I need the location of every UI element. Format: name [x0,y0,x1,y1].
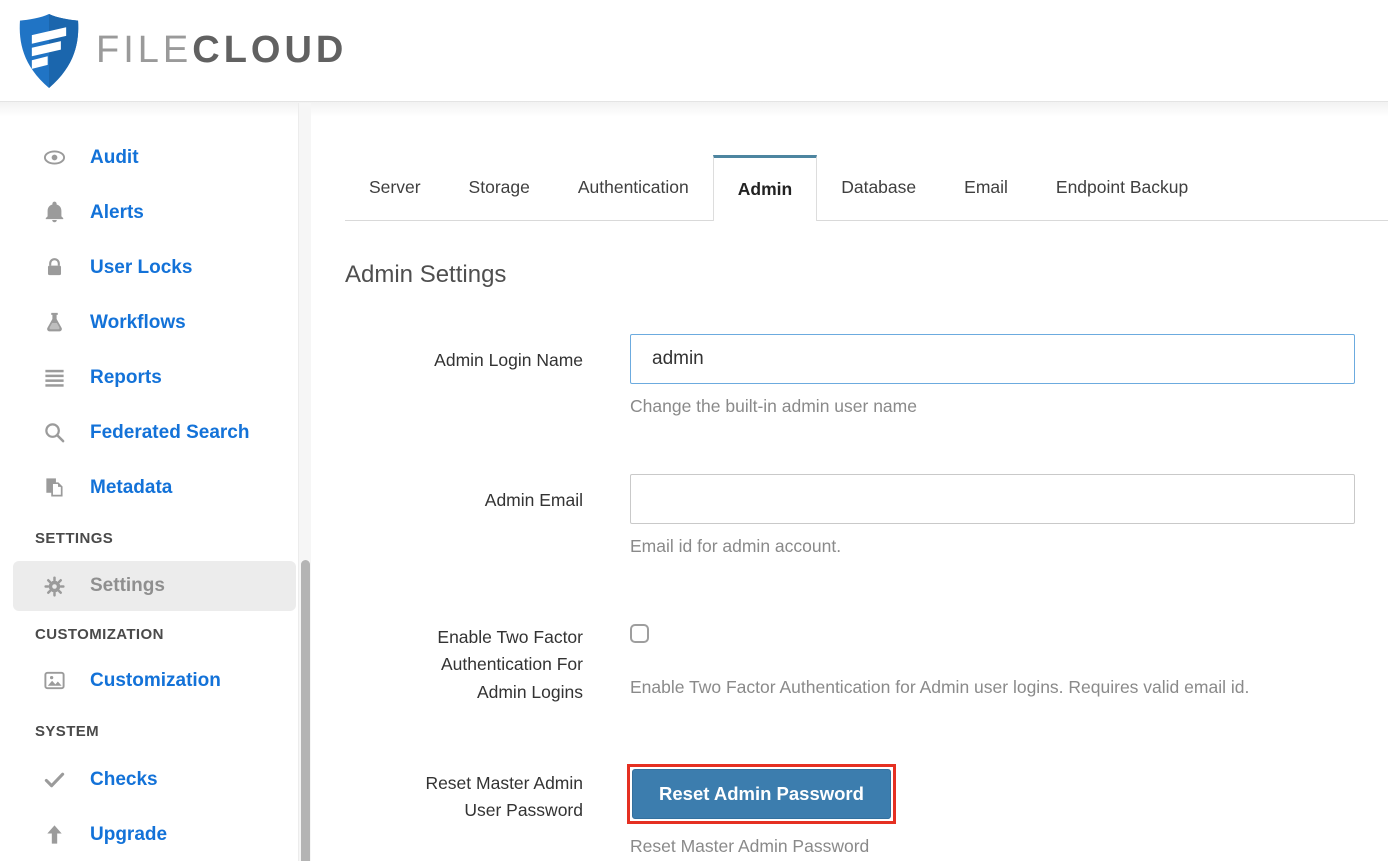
sidebar-item-workflows[interactable]: Workflows [0,295,320,350]
two-factor-label: Enable Two Factor Authentication For Adm… [437,627,583,702]
brand-cloud: CLOUD [192,29,348,71]
admin-login-help: Change the built-in admin user name [630,396,917,416]
filecloud-logo-icon [19,13,79,88]
sidebar-scrollbar-track[interactable] [298,103,311,861]
admin-login-label: Admin Login Name [434,350,583,370]
reset-password-row: Reset Master Admin User Password Reset A… [345,760,1355,860]
sidebar-item-label: User Locks [90,256,193,278]
sidebar-item-federated-search[interactable]: Federated Search [0,405,320,460]
tab-server[interactable]: Server [345,155,445,220]
sidebar-item-label: Checks [90,768,158,790]
reset-admin-password-button[interactable]: Reset Admin Password [632,768,891,819]
copy-icon [42,476,66,500]
admin-email-help: Email id for admin account. [630,536,842,557]
sidebar-item-reports[interactable]: Reports [0,350,320,405]
search-icon [42,421,66,445]
arrow-up-icon [42,823,66,847]
admin-email-label: Admin Email [484,490,583,511]
eye-icon [42,146,66,170]
admin-settings-form: Admin Login Name Change the built-in adm… [345,334,1355,860]
sidebar-item-label: Upgrade [90,823,168,845]
reset-password-help: Reset Master Admin Password [630,835,870,856]
app-header: FILECLOUD [0,0,1388,102]
admin-email-row: Admin Email Email id for admin account. [345,474,1355,560]
tab-admin[interactable]: Admin [712,155,818,221]
sidebar-item-settings[interactable]: Settings [13,561,296,611]
tab-email[interactable]: Email [940,155,1032,220]
sidebar-item-alerts[interactable]: Alerts [0,185,320,240]
tab-authentication[interactable]: Authentication [554,155,713,220]
sidebar-item-customization[interactable]: Customization [0,653,320,708]
sidebar-section-customization: CUSTOMIZATION [35,626,164,643]
flask-icon [42,311,66,335]
sidebar-item-upgrade[interactable]: Upgrade [0,807,320,861]
reset-password-highlight: Reset Admin Password [627,763,896,824]
sidebar-item-label: Reports [90,366,162,388]
brand-wordmark: FILECLOUD [96,29,347,72]
sidebar-item-label: Customization [90,669,221,691]
admin-login-input[interactable] [630,334,1355,384]
main-content: Server Storage Authentication Admin Data… [320,117,1388,861]
bell-icon [42,201,66,225]
tab-storage[interactable]: Storage [445,155,554,220]
sidebar: Audit Alerts User Locks Workflows Report [0,103,320,861]
settings-tabstrip: Server Storage Authentication Admin Data… [345,155,1388,221]
two-factor-row: Enable Two Factor Authentication For Adm… [345,614,1355,705]
sidebar-section-settings: SETTINGS [35,530,114,547]
admin-login-row: Admin Login Name Change the built-in adm… [345,334,1355,420]
sidebar-scrollbar-thumb[interactable] [301,560,310,861]
list-icon [42,366,66,390]
sidebar-section-system: SYSTEM [35,723,100,740]
two-factor-checkbox[interactable] [630,624,649,644]
sidebar-item-label: Alerts [90,201,144,223]
brand-file: FILE [96,29,193,71]
sidebar-item-label: Workflows [90,311,186,333]
page-title: Admin Settings [345,261,507,288]
sidebar-item-label: Metadata [90,476,173,498]
sidebar-item-label: Audit [90,146,139,168]
sidebar-item-audit[interactable]: Audit [0,130,320,185]
admin-email-input[interactable] [630,474,1355,525]
image-icon [42,669,66,693]
tab-endpoint-backup[interactable]: Endpoint Backup [1032,155,1212,220]
sidebar-item-label: Settings [90,575,165,596]
check-icon [42,768,66,792]
header-shadow [0,102,1388,117]
sidebar-item-user-locks[interactable]: User Locks [0,240,320,295]
sidebar-item-checks[interactable]: Checks [0,752,320,807]
two-factor-help: Enable Two Factor Authentication for Adm… [630,677,1250,698]
tab-database[interactable]: Database [817,155,940,220]
sidebar-item-metadata[interactable]: Metadata [0,460,320,515]
gear-icon [42,574,66,598]
sidebar-item-label: Federated Search [90,421,250,443]
reset-password-label: Reset Master Admin User Password [425,772,583,820]
lock-icon [42,256,66,280]
